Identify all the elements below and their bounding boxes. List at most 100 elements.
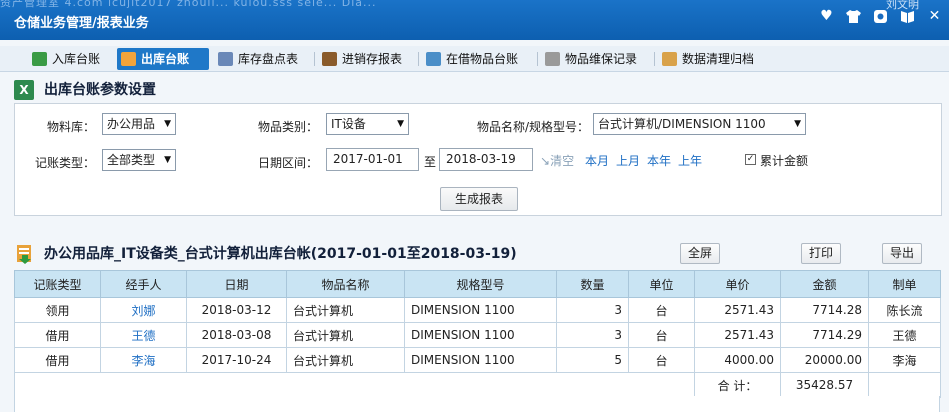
tab-divider: [314, 52, 315, 66]
chevron-down-icon: ▼: [397, 119, 404, 129]
fullscreen-button[interactable]: 全屏: [680, 243, 720, 264]
column-header[interactable]: 金额: [780, 270, 869, 298]
item-select[interactable]: 台式计算机/DIMENSION 1100 ▼: [593, 113, 806, 135]
tab-inbound-ledger[interactable]: 入库台账: [28, 48, 114, 70]
total-spacer: [14, 372, 695, 398]
cell-item-name: 台式计算机: [286, 322, 405, 348]
column-header[interactable]: 单价: [694, 270, 781, 298]
report-icon: [322, 52, 337, 66]
params-panel: 物料库： 办公用品 ▼ 物品类别： IT设备 ▼ 物品名称/规格型号： 台式计算机/…: [14, 103, 942, 216]
cell-handler-link[interactable]: 李海: [100, 347, 187, 373]
print-button[interactable]: 打印: [801, 243, 841, 264]
tab-maintenance-records[interactable]: 物品维保记录: [541, 48, 653, 70]
cell-item-name: 台式计算机: [286, 347, 405, 373]
cell-record-type: 借用: [14, 322, 101, 348]
record-type-select[interactable]: 全部类型 ▼: [102, 149, 176, 171]
cell-creator: 陈长流: [868, 297, 941, 323]
warehouse-label: 物料库：: [47, 120, 96, 134]
cumulative-checkbox[interactable]: ✓: [745, 154, 756, 165]
inbound-icon: [32, 52, 47, 66]
cell-amount: 7714.28: [780, 297, 869, 323]
cell-handler-link[interactable]: 王德: [100, 322, 187, 348]
this-month-link[interactable]: 本月: [585, 152, 609, 169]
table-header-row: 记账类型 经手人 日期 物品名称 规格型号 数量 单位 单价 金额 制单: [14, 270, 941, 298]
chevron-down-icon: ▼: [164, 119, 171, 129]
date-range-label: 日期区间：: [258, 156, 319, 170]
cell-unit: 台: [628, 297, 695, 323]
cell-amount: 20000.00: [780, 347, 869, 373]
column-header[interactable]: 物品名称: [286, 270, 405, 298]
tab-label: 进销存报表: [342, 52, 403, 66]
last-year-link[interactable]: 上年: [678, 152, 702, 169]
tab-data-archive[interactable]: 数据清理归档: [658, 48, 770, 70]
window-controls: ♥ ✕: [818, 8, 943, 25]
column-header[interactable]: 规格型号: [404, 270, 557, 298]
heart-icon[interactable]: ♥: [818, 8, 835, 25]
item-label: 物品名称/规格型号：: [477, 120, 590, 134]
generate-report-button[interactable]: 生成报表: [440, 187, 518, 211]
table-row[interactable]: 借用 李海 2017-10-24 台式计算机 DIMENSION 1100 5 …: [14, 347, 941, 373]
excel-icon: X: [14, 80, 34, 100]
cell-unit: 台: [628, 347, 695, 373]
tab-label: 出库台账: [141, 52, 190, 66]
category-select[interactable]: IT设备 ▼: [326, 113, 409, 135]
column-header[interactable]: 数量: [556, 270, 629, 298]
cell-unit-price: 2571.43: [694, 297, 781, 323]
cell-model: DIMENSION 1100: [404, 347, 557, 373]
tab-stock-report[interactable]: 进销存报表: [318, 48, 418, 70]
chevron-down-icon: ▼: [164, 155, 171, 165]
column-header[interactable]: 记账类型: [14, 270, 101, 298]
cell-record-type: 领用: [14, 297, 101, 323]
cell-unit-price: 4000.00: [694, 347, 781, 373]
column-header[interactable]: 单位: [628, 270, 695, 298]
tab-label: 数据清理归档: [682, 52, 755, 66]
tab-inventory-count[interactable]: 库存盘点表: [214, 48, 314, 70]
tab-outbound-ledger[interactable]: 出库台账: [117, 48, 209, 70]
record-type-label: 记账类型：: [35, 156, 96, 170]
clear-dates-link[interactable]: ↘清空: [540, 152, 574, 169]
tab-label: 在借物品台账: [446, 52, 519, 66]
tshirt-icon[interactable]: [845, 8, 862, 25]
report-title: 办公用品库_IT设备类_台式计算机出库台帐(2017-01-01至2018-03…: [14, 243, 517, 265]
cell-handler-link[interactable]: 刘娜: [100, 297, 187, 323]
cumulative-label: 累计金额: [760, 154, 809, 168]
last-month-link[interactable]: 上月: [616, 152, 640, 169]
tab-label: 库存盘点表: [238, 52, 299, 66]
tab-divider: [418, 52, 419, 66]
cell-date: 2017-10-24: [186, 347, 287, 373]
cell-date: 2018-03-08: [186, 322, 287, 348]
export-button[interactable]: 导出: [882, 243, 922, 264]
column-header[interactable]: 日期: [186, 270, 287, 298]
background-tabs-text: 资产管理室 4.com icujit2017 zhouli... kulou.s…: [0, 0, 377, 9]
date-to-input[interactable]: 2018-03-19: [439, 148, 533, 171]
warehouse-select[interactable]: 办公用品 ▼: [102, 113, 176, 135]
tab-label: 物品维保记录: [565, 52, 638, 66]
clear-icon: ↘: [540, 154, 551, 168]
tab-bar: 入库台账 出库台账 库存盘点表 进销存报表 在借物品台账 物品维保记录 数据清理…: [0, 46, 949, 72]
table-row[interactable]: 借用 王德 2018-03-08 台式计算机 DIMENSION 1100 3 …: [14, 322, 941, 348]
tab-divider: [654, 52, 655, 66]
this-year-link[interactable]: 本年: [647, 152, 671, 169]
date-from-input[interactable]: 2017-01-01: [326, 148, 419, 171]
params-section-title: X 出库台账参数设置: [14, 79, 156, 101]
total-empty-cell: [868, 372, 941, 398]
outbound-icon: [121, 52, 136, 66]
table-bottom-area: [14, 396, 940, 412]
cell-unit-price: 2571.43: [694, 322, 781, 348]
close-icon[interactable]: ✕: [926, 8, 943, 25]
borrow-icon: [426, 52, 441, 66]
column-header[interactable]: 制单: [868, 270, 941, 298]
cell-creator: 王德: [868, 322, 941, 348]
chevron-down-icon: ▼: [794, 119, 801, 129]
cell-unit: 台: [628, 322, 695, 348]
cell-quantity: 3: [556, 297, 629, 323]
book-icon[interactable]: [899, 8, 916, 25]
tab-borrowed-items[interactable]: 在借物品台账: [422, 48, 536, 70]
gear-icon[interactable]: [872, 8, 889, 25]
table-row[interactable]: 领用 刘娜 2018-03-12 台式计算机 DIMENSION 1100 3 …: [14, 297, 941, 323]
window-title: 仓储业务管理/报表业务: [14, 16, 149, 31]
cell-amount: 7714.29: [780, 322, 869, 348]
column-header[interactable]: 经手人: [100, 270, 187, 298]
cell-quantity: 5: [556, 347, 629, 373]
maintenance-icon: [545, 52, 560, 66]
